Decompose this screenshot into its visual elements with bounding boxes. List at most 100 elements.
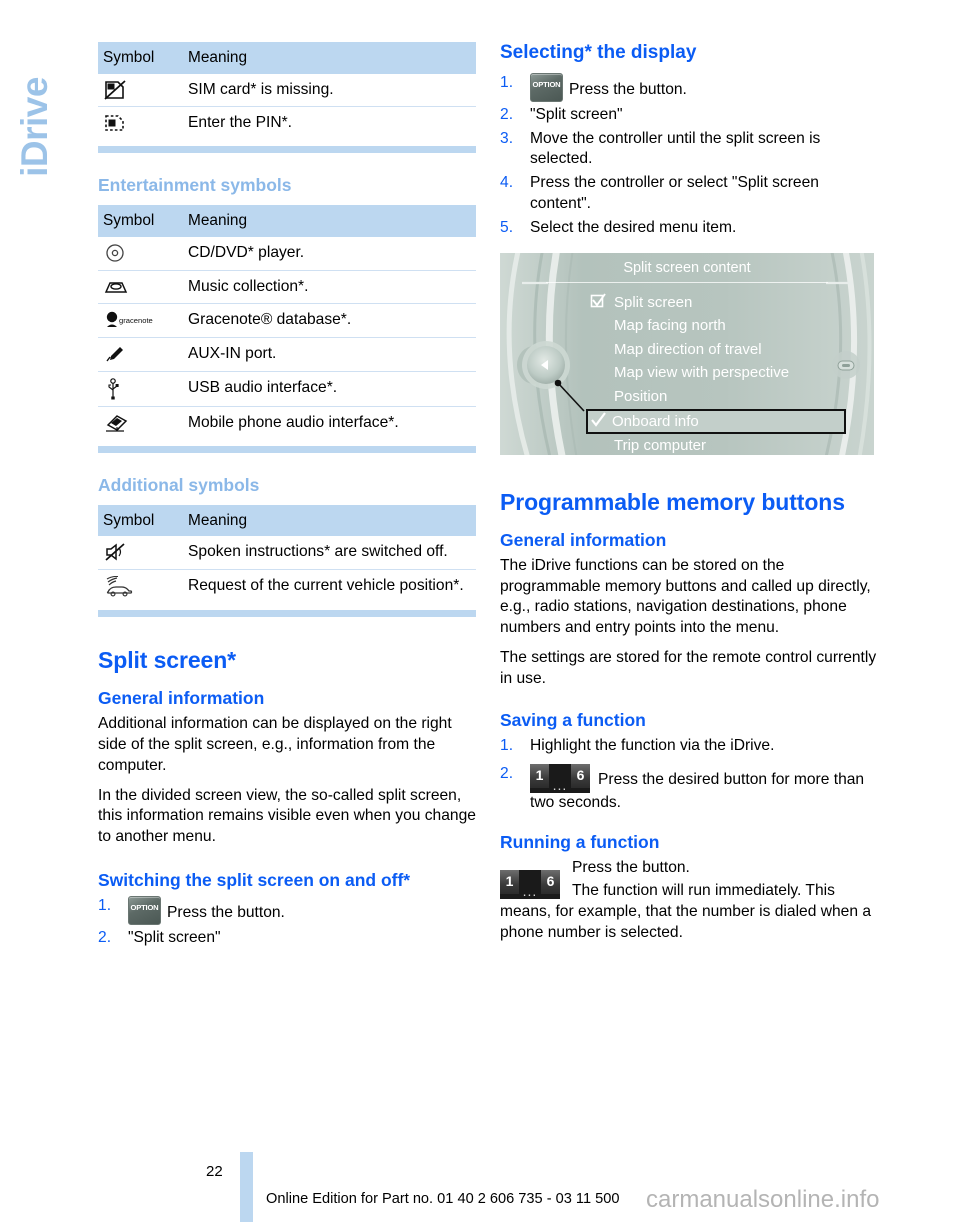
table-row: Enter the PIN*. (98, 107, 476, 140)
aux-in-icon (98, 337, 184, 372)
symbol-meaning: Gracenote® database*. (184, 303, 476, 339)
split-screen-general-heading: General information (98, 688, 265, 709)
column-header-meaning: Meaning (184, 504, 476, 537)
table-header-row: Symbol Meaning (98, 205, 476, 237)
table-row: USB audio interface*. (98, 371, 476, 407)
column-header-symbol: Symbol (98, 504, 184, 537)
symbol-meaning: Mobile phone audio interface*. (188, 413, 399, 431)
selecting-display-steps: OPTION Press the button. "Split screen" M… (500, 72, 878, 239)
memory-key-6[interactable]: 6 (541, 870, 560, 895)
menu-item-label: Position (614, 388, 668, 406)
memory-buttons-paragraph: The iDrive functions can be stored on th… (500, 556, 871, 637)
saving-function-heading: Saving a function (500, 709, 646, 730)
side-tab-label: iDrive (14, 77, 55, 177)
footer-edition-text: Online Edition for Part no. 01 40 2 606 … (266, 1191, 620, 1207)
right-column: Selecting* the display OPTION Press the b… (500, 42, 878, 944)
memory-key-1[interactable]: 1 (500, 870, 519, 895)
step-text: Press the button. (167, 903, 285, 921)
menu-item-label: Map direction of travel (614, 340, 762, 358)
menu-item-map-direction-of-travel[interactable]: Map direction of travel (588, 338, 848, 362)
mobile-phone-audio-icon (98, 406, 184, 439)
table-footer-bar (98, 146, 476, 154)
footer-accent-bar (240, 1152, 253, 1222)
cd-dvd-icon (98, 236, 184, 271)
memory-key-dots: ... (552, 777, 568, 794)
running-function-block: 1 ... 6 Press the button. The function w… (500, 858, 878, 943)
memory-buttons-paragraph: The settings are stored for the remote c… (500, 649, 877, 687)
step-item: OPTION Press the button. (98, 895, 476, 925)
table-row: gracenote Gracenote® database*. (98, 303, 476, 339)
symbol-meaning: AUX-IN port. (184, 337, 476, 372)
entertainment-symbols-table: Symbol Meaning CD/DVD* player. Music col… (98, 205, 476, 439)
option-button-label: OPTION (130, 902, 159, 912)
symbol-meaning: Request of the current vehicle position*… (188, 576, 464, 594)
symbol-meaning: Music collection*. (184, 270, 476, 305)
step-item: Highlight the function via the iDrive. (500, 736, 878, 757)
step-item: Move the controller until the split scre… (500, 129, 878, 171)
additional-symbols-table: Symbol Meaning Spoken instructions* are … (98, 504, 476, 604)
symbol-meaning: CD/DVD* player. (184, 236, 476, 271)
music-collection-icon (98, 270, 184, 305)
step-item: OPTION Press the button. (500, 72, 878, 102)
side-tab: iDrive (0, 28, 70, 248)
split-screen-title: Split screen* (98, 646, 237, 673)
left-column: Symbol Meaning SIM card* is missing. Ent… (98, 42, 476, 959)
speaker-mute-icon (98, 536, 184, 570)
option-button-label: OPTION (532, 79, 561, 89)
entertainment-symbols-heading: Entertainment symbols (98, 175, 292, 196)
memory-buttons-title: Programmable memory buttons (500, 488, 845, 515)
menu-item-label: Split screen (614, 293, 693, 311)
switching-split-screen-heading: Switching the split screen on and off* (98, 869, 411, 890)
menu-item-label: Trip computer (614, 436, 706, 454)
table-row: SIM card* is missing. (98, 73, 476, 108)
memory-key-6[interactable]: 6 (571, 764, 590, 789)
split-screen-paragraph: Additional information can be displayed … (98, 715, 452, 774)
selecting-display-heading: Selecting* the display (500, 42, 697, 63)
step-item: 1 ... 6 Press the desired button for mor… (500, 764, 878, 814)
menu-item-label: Onboard info (612, 412, 699, 430)
menu-item-split-screen[interactable]: Split screen (588, 291, 848, 315)
check-icon (590, 411, 606, 432)
memory-key-dots: ... (522, 883, 538, 900)
idrive-menu-list: Split screen Map facing north Map direct… (586, 291, 848, 455)
column-header-symbol: Symbol (98, 205, 184, 237)
step-text: Press the button. (569, 80, 687, 98)
enter-pin-icon (98, 107, 184, 140)
idrive-title-rule (546, 281, 828, 283)
idrive-screen-title: Split screen content (623, 259, 751, 276)
table-footer-bar (98, 445, 476, 453)
step-text: "Split screen" (530, 105, 623, 123)
menu-item-map-view-with-perspective[interactable]: Map view with perspective (588, 361, 848, 385)
step-text: Highlight the function via the iDrive. (530, 736, 775, 754)
watermark: carmanualsonline.info (646, 1186, 880, 1213)
step-text: Select the desired menu item. (530, 218, 737, 236)
svg-text:gracenote: gracenote (119, 316, 153, 325)
menu-item-trip-computer[interactable]: Trip computer (588, 434, 848, 455)
table-header-row: Symbol Meaning (98, 504, 476, 537)
phone-symbols-table: Symbol Meaning SIM card* is missing. Ent… (98, 42, 476, 140)
running-function-heading: Running a function (500, 832, 660, 853)
symbol-meaning: USB audio interface*. (184, 371, 476, 407)
memory-buttons-icon[interactable]: 1 ... 6 (530, 764, 590, 794)
additional-symbols-heading: Additional symbols (98, 474, 260, 495)
memory-key-1[interactable]: 1 (530, 764, 549, 789)
memory-buttons-icon[interactable]: 1 ... 6 (500, 870, 560, 900)
step-text: Press the controller or select "Split sc… (530, 174, 819, 213)
menu-item-onboard-info[interactable]: Onboard info (586, 408, 846, 434)
table-row: Music collection*. (98, 270, 476, 305)
menu-item-position[interactable]: Position (588, 385, 848, 409)
option-button-icon[interactable]: OPTION (128, 895, 161, 925)
memory-buttons-general-heading: General information (500, 529, 667, 550)
menu-item-label: Map facing north (614, 317, 726, 335)
table-row: Mobile phone audio interface*. (98, 406, 476, 439)
idrive-screen-illustration: Split screen content Split screen Map fa… (500, 252, 874, 455)
checkbox-checked-icon (590, 291, 606, 315)
menu-item-map-facing-north[interactable]: Map facing north (588, 314, 848, 338)
symbol-meaning: SIM card* is missing. (184, 73, 476, 108)
step-item: Select the desired menu item. (500, 218, 878, 239)
split-screen-paragraph: In the divided screen view, the so-calle… (98, 786, 476, 846)
sim-card-missing-icon (98, 73, 184, 108)
table-footer-bar (98, 609, 476, 617)
option-button-icon[interactable]: OPTION (530, 72, 563, 102)
saving-function-steps: Highlight the function via the iDrive. 1… (500, 736, 878, 815)
